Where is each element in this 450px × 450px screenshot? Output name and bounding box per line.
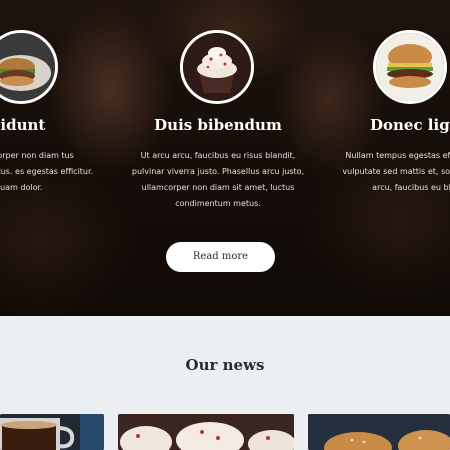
burgers-icon xyxy=(308,414,450,450)
feature-card-3: Donec ligula Nullam tempus egestas effic… xyxy=(333,0,450,230)
news-thumb-3[interactable] xyxy=(308,414,450,450)
feature-card-1: incidunt justo, ullamcorper non diam tus… xyxy=(0,0,100,230)
feature-description: justo, ullamcorper non diam tus condimen… xyxy=(0,151,94,192)
news-thumb-1[interactable] xyxy=(0,414,104,450)
hero-section: incidunt justo, ullamcorper non diam tus… xyxy=(0,0,450,316)
feature-description: Ut arcu arcu, faucibus eu risus blandit,… xyxy=(131,151,305,208)
news-thumb-2[interactable] xyxy=(118,414,294,450)
coffee-mug-icon xyxy=(0,414,104,450)
feature-card-2: Duis bibendum Ut arcu arcu, faucibus eu … xyxy=(128,0,308,230)
feature-title: Duis bibendum xyxy=(154,116,282,134)
burger-icon xyxy=(373,30,447,104)
feature-title: incidunt xyxy=(0,116,46,134)
feature-title: Donec ligula xyxy=(369,116,450,134)
feature-description: Nullam tempus egestas efficitur. dolor, … xyxy=(342,151,450,192)
news-section-title: Our news xyxy=(185,356,265,374)
cupcake-icon xyxy=(180,30,254,104)
burger-plate-icon xyxy=(0,30,58,104)
cupcakes-icon xyxy=(118,414,294,450)
read-more-button[interactable]: Read more xyxy=(166,242,275,272)
